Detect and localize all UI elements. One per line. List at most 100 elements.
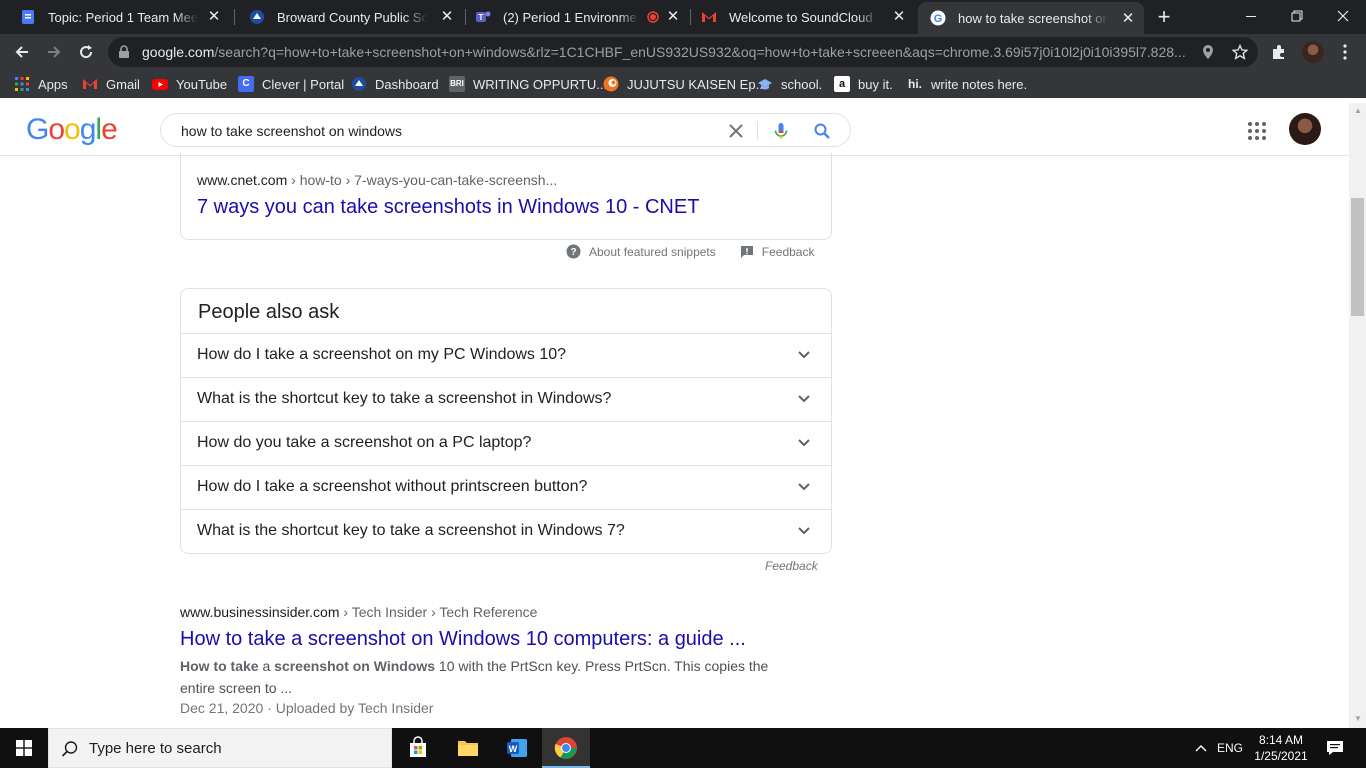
close-icon[interactable]: ✕ — [1120, 11, 1136, 27]
paa-question-text: How do I take a screenshot without print… — [197, 478, 588, 495]
paa-question[interactable]: How do I take a screenshot on my PC Wind… — [181, 333, 831, 377]
bookmark-label: school. — [781, 76, 823, 92]
bookmark-youtube[interactable]: YouTube — [152, 75, 227, 93]
paa-title: People also ask — [198, 301, 340, 323]
result-date: Dec 21, 2020 · Uploaded by Tech Insider — [180, 700, 434, 716]
bookmark-dashboard[interactable]: Dashboard — [351, 75, 439, 93]
taskbar-word[interactable]: W — [493, 728, 541, 768]
paa-question[interactable]: What is the shortcut key to take a scree… — [181, 377, 831, 421]
bri-icon: BRI — [449, 76, 465, 92]
chevron-down-icon — [798, 439, 810, 447]
action-center-button[interactable] — [1318, 728, 1352, 768]
bookmark-school[interactable]: school. — [757, 75, 822, 93]
bookmark-label: write notes here. — [931, 76, 1028, 92]
scroll-down-icon[interactable]: ▼ — [1353, 714, 1363, 724]
paa-feedback-link[interactable]: Feedback — [765, 559, 818, 573]
snippet-footer: ? About featured snippets Feedback — [566, 244, 814, 259]
taskbar-search-box[interactable]: Type here to search — [48, 728, 392, 768]
start-button[interactable] — [0, 728, 48, 768]
taskbar-store[interactable] — [394, 728, 442, 768]
location-icon[interactable] — [1200, 44, 1216, 60]
close-icon — [1337, 10, 1349, 22]
close-icon[interactable]: ✕ — [665, 9, 681, 25]
close-icon[interactable]: ✕ — [206, 9, 222, 25]
tab-soundcloud-gmail[interactable]: Welcome to SoundCloud - life ✕ — [689, 0, 915, 34]
bookmark-clever[interactable]: C Clever | Portal — [238, 75, 344, 93]
result-title-link[interactable]: How to take a screenshot on Windows 10 c… — [180, 628, 746, 651]
bookmark-apps[interactable]: Apps — [14, 75, 68, 93]
restore-button[interactable] — [1274, 0, 1320, 32]
search-icon[interactable] — [813, 122, 831, 140]
address-bar[interactable]: google.com/search?q=how+to+take+screensh… — [108, 37, 1258, 67]
google-icon: G — [930, 10, 946, 26]
language-indicator[interactable]: ENG — [1212, 728, 1248, 768]
extensions-icon[interactable] — [1270, 43, 1288, 61]
paa-question[interactable]: How do you take a screenshot on a PC lap… — [181, 421, 831, 465]
google-logo[interactable]: Google — [26, 113, 118, 147]
taskbar-file-explorer[interactable] — [444, 728, 492, 768]
snippet-emphasis: How to take — [180, 658, 259, 674]
graduation-cap-icon — [758, 79, 772, 90]
paa-question-text: How do you take a screenshot on a PC lap… — [197, 434, 532, 451]
star-icon[interactable] — [1232, 44, 1248, 60]
paa-question-text: How do I take a screenshot on my PC Wind… — [197, 346, 567, 363]
clock[interactable]: 8:14 AM 1/25/2021 — [1250, 728, 1312, 768]
clever-icon: C — [238, 76, 254, 92]
tab-title: how to take screenshot on win — [958, 10, 1108, 26]
clear-icon[interactable] — [726, 121, 746, 141]
lock-icon[interactable] — [117, 45, 131, 59]
tab-broward-schools[interactable]: Broward County Public Schools ✕ — [237, 0, 463, 34]
chevron-up-icon — [1195, 745, 1207, 752]
svg-text:G: G — [934, 13, 943, 25]
school-icon — [250, 10, 264, 24]
paa-question[interactable]: What is the shortcut key to take a scree… — [181, 509, 831, 553]
url-text[interactable]: google.com/search?q=how+to+take+screensh… — [142, 44, 1202, 60]
scrollbar-thumb[interactable] — [1351, 198, 1364, 316]
microphone-icon[interactable] — [772, 122, 790, 140]
about-featured-snippets-link[interactable]: About featured snippets — [589, 245, 716, 259]
scroll-up-icon[interactable]: ▲ — [1353, 106, 1363, 116]
bookmark-jujutsu[interactable]: JUJUTSU KAISEN Ep... — [603, 75, 766, 93]
bookmark-label: YouTube — [176, 76, 228, 92]
account-avatar[interactable] — [1289, 113, 1321, 145]
tab-google-search[interactable]: G how to take screenshot on win ✕ — [918, 2, 1144, 34]
people-also-ask: People also ask How do I take a screensh… — [180, 288, 832, 554]
close-icon[interactable]: ✕ — [439, 9, 455, 25]
taskbar-search-placeholder: Type here to search — [89, 740, 222, 757]
new-tab-button[interactable]: + — [1152, 6, 1176, 28]
more-menu-icon[interactable] — [1336, 43, 1354, 61]
minimize-icon — [1246, 16, 1256, 17]
bookmark-buy-it[interactable]: a buy it. — [834, 75, 893, 93]
chevron-down-icon — [798, 527, 810, 535]
feedback-link[interactable]: Feedback — [762, 245, 815, 259]
cite-path: › Tech Insider › Tech Reference — [339, 604, 538, 620]
bookmark-writing[interactable]: BRI WRITING OPPURTU... — [449, 75, 607, 93]
profile-avatar[interactable] — [1302, 41, 1324, 63]
cite-path: › how-to › 7-ways-you-can-take-screensh.… — [287, 172, 558, 188]
bookmark-write-notes[interactable]: hi. write notes here. — [907, 75, 1027, 93]
store-icon — [410, 736, 426, 757]
snippet-text: a — [258, 658, 275, 674]
minimize-button[interactable] — [1228, 0, 1274, 32]
notification-icon — [1327, 741, 1343, 755]
forward-button[interactable] — [40, 38, 68, 66]
tab-period1-meeting[interactable]: Topic: Period 1 Team Meeting | ✕ — [8, 0, 230, 34]
scrollbar-track[interactable] — [1349, 103, 1366, 728]
search-box[interactable] — [160, 113, 851, 147]
taskbar-chrome[interactable] — [542, 728, 590, 768]
back-button[interactable] — [8, 38, 36, 66]
svg-text:W: W — [509, 744, 518, 754]
close-window-button[interactable] — [1320, 0, 1366, 32]
tab-teams-environmental[interactable]: T (2) Period 1 Environmental ✕ — [463, 0, 689, 34]
gmail-icon — [83, 79, 97, 89]
bookmark-gmail[interactable]: Gmail — [82, 75, 140, 93]
bookmark-label: buy it. — [858, 76, 893, 92]
reload-button[interactable] — [72, 38, 100, 66]
close-icon[interactable]: ✕ — [891, 9, 907, 25]
tab-title: Broward County Public Schools — [277, 9, 427, 25]
tray-overflow-button[interactable] — [1190, 728, 1212, 768]
paa-question[interactable]: How do I take a screenshot without print… — [181, 465, 831, 509]
google-apps-icon[interactable] — [1247, 121, 1267, 141]
result-title-link[interactable]: 7 ways you can take screenshots in Windo… — [197, 196, 699, 219]
search-input[interactable] — [181, 121, 721, 141]
